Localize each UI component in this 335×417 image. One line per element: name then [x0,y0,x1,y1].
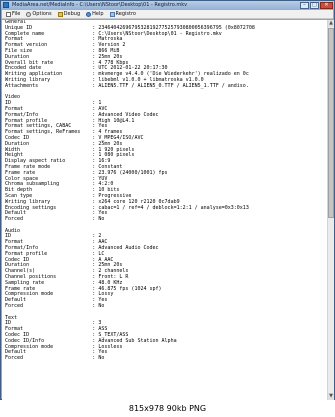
title-bar[interactable]: MediaArea.net/MediaInfo - C:\Users\NStoo… [1,1,334,10]
menu-options-label: Options [32,10,52,17]
close-icon[interactable]: ✕ [320,2,333,9]
file-icon [6,11,11,17]
menu-file-label: File [12,10,21,17]
scroll-up-icon[interactable]: ▲ [328,20,334,27]
scroll-down-icon[interactable]: ▼ [328,393,334,400]
menu-registro-label: Registro [115,10,136,17]
media-info-report: General Unique ID : 234640426967953281927… [2,20,327,362]
mediainfo-app-icon [3,2,9,8]
scroll-thumb[interactable] [328,28,334,218]
menu-registro[interactable]: Registro [108,11,138,18]
menu-help-label: Help [92,10,104,17]
maximize-icon[interactable]: □ [310,2,319,9]
help-icon [86,11,92,17]
menu-options[interactable]: Options [24,11,53,18]
menu-debug-label: Debug [63,10,81,17]
menu-help[interactable]: Help [84,11,105,18]
report-line: Forced : No [5,355,105,362]
menu-file[interactable]: File [4,11,22,18]
window-controls: – □ ✕ [300,2,333,9]
menu-bar: File Options Debug Help Registro [2,10,333,19]
registro-icon [109,11,115,17]
vertical-scrollbar[interactable]: ▲ ▼ [327,20,334,400]
minimize-icon[interactable]: – [300,2,309,9]
options-icon [26,11,32,17]
menu-debug[interactable]: Debug [56,11,82,18]
image-caption: 815x978 90kb PNG [128,404,207,413]
mediainfo-window: MediaArea.net/MediaInfo - C:\Users\NStoo… [0,0,335,400]
debug-icon [57,11,63,17]
window-title: MediaArea.net/MediaInfo - C:\Users\NStoo… [12,2,188,8]
report-view[interactable]: General Unique ID : 234640426967953281927… [2,20,327,400]
